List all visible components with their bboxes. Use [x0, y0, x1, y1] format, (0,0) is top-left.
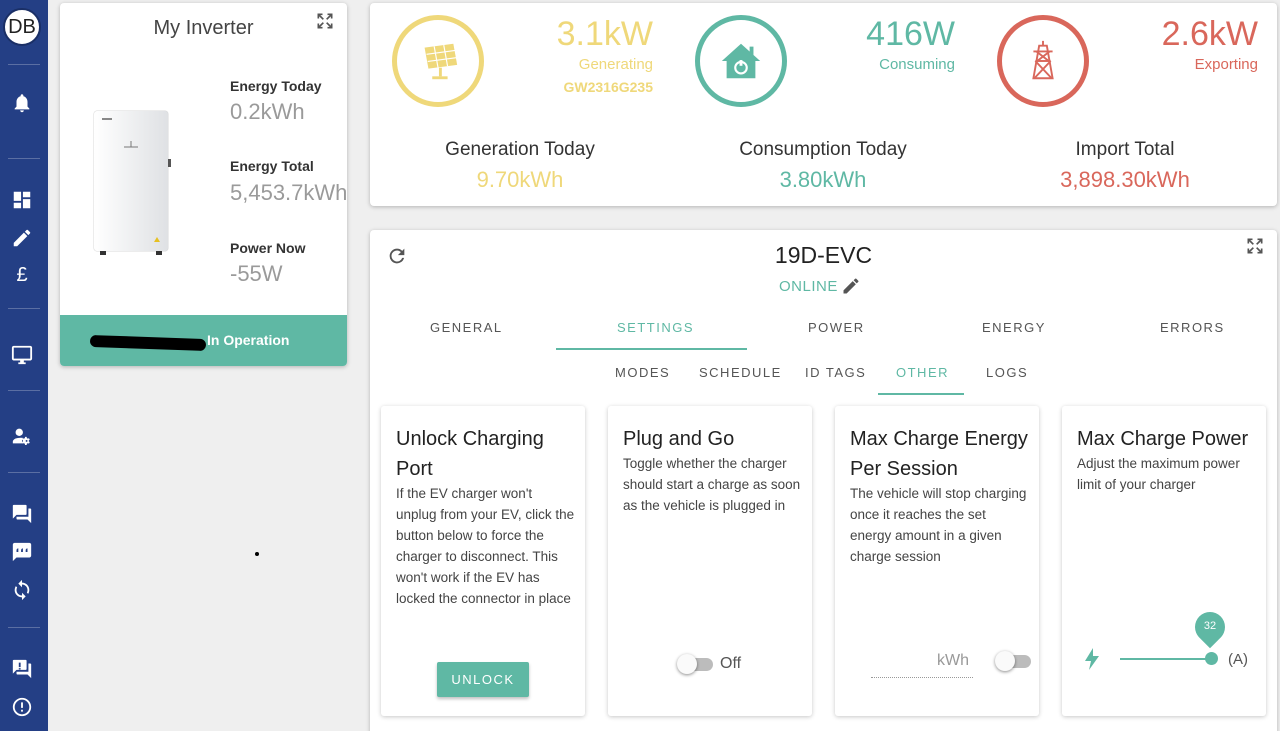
- sidebar-divider: [8, 158, 40, 159]
- pylon-icon: [997, 15, 1089, 107]
- subtab-modes[interactable]: MODES: [615, 365, 670, 380]
- inverter-id: GW2316G235: [563, 79, 654, 95]
- sidebar-divider: [8, 390, 40, 391]
- chat-icon[interactable]: [10, 502, 34, 526]
- energy-summary-card: 3.1kW Generating GW2316G235 416W Consumi…: [370, 3, 1277, 206]
- plug-and-go-setting-card: Plug and Go Toggle whether the charger s…: [608, 406, 812, 716]
- subtab-id-tags[interactable]: ID TAGS: [805, 365, 866, 380]
- inverter-card: My Inverter Energy Today 0.2kWh Energy T…: [60, 3, 347, 366]
- generation-today-value: 9.70kWh: [476, 167, 564, 192]
- setting-title: Plug and Go: [623, 428, 735, 450]
- setting-title: Max Charge Energy Per Session: [850, 428, 1028, 480]
- setting-description: Toggle whether the charger should start …: [623, 456, 801, 513]
- generating-label: Generating: [578, 56, 653, 73]
- tab-energy[interactable]: ENERGY: [982, 320, 1046, 335]
- alert-icon[interactable]: [10, 695, 34, 719]
- import-total-value: 3,898.30kWh: [1060, 167, 1190, 192]
- unlock-button[interactable]: UNLOCK: [437, 662, 529, 697]
- subtab-other[interactable]: OTHER: [896, 365, 949, 380]
- feedback-icon[interactable]: [10, 540, 34, 564]
- active-subtab-indicator: [878, 393, 964, 395]
- plug-and-go-toggle[interactable]: [677, 654, 713, 674]
- consuming-value: 416W: [866, 15, 955, 53]
- unlock-setting-card: Unlock Charging Port If the EV charger w…: [381, 406, 585, 716]
- energy-today-value: 0.2kWh: [230, 99, 305, 124]
- import-total-label: Import Total: [1075, 139, 1175, 160]
- generation-today-label: Generation Today: [445, 139, 595, 160]
- edit-icon[interactable]: [841, 276, 861, 296]
- max-energy-input[interactable]: kWh: [871, 650, 973, 678]
- consuming-label: Consuming: [879, 56, 955, 73]
- power-now-value: -55W: [230, 261, 283, 286]
- max-energy-toggle[interactable]: [995, 651, 1031, 671]
- charger-name: 19D-EVC: [774, 242, 873, 268]
- charger-card: 19D-EVC ONLINE GENERAL SETTINGS POWER EN…: [370, 230, 1277, 731]
- subtab-logs[interactable]: LOGS: [986, 365, 1028, 380]
- solar-panel-icon: [392, 15, 484, 107]
- max-energy-setting-card: Max Charge Energy Per Session The vehicl…: [835, 406, 1039, 716]
- exporting-label: Exporting: [1194, 56, 1258, 73]
- generating-value: 3.1kW: [556, 15, 653, 53]
- monitor-icon[interactable]: [10, 343, 34, 367]
- tab-power[interactable]: POWER: [808, 320, 865, 335]
- sidebar-divider: [8, 472, 40, 473]
- consumption-today-value: 3.80kWh: [779, 167, 867, 192]
- tab-settings[interactable]: SETTINGS: [617, 320, 694, 335]
- energy-today-label: Energy Today: [230, 78, 322, 94]
- pencil-icon[interactable]: [10, 226, 34, 250]
- active-tab-indicator: [556, 348, 747, 350]
- slider-value: 32: [1203, 620, 1217, 632]
- sidebar-divider: [8, 308, 40, 309]
- energy-total-value: 5,453.7kWh: [230, 180, 347, 205]
- sidebar-divider: [8, 64, 40, 65]
- exporting-value: 2.6kW: [1161, 15, 1258, 53]
- setting-description: The vehicle will stop charging once it r…: [850, 486, 1027, 564]
- expand-icon[interactable]: [315, 11, 335, 31]
- inverter-image: [92, 109, 172, 259]
- bell-icon[interactable]: [10, 91, 34, 115]
- max-power-setting-card: Max Charge Power Adjust the maximum powe…: [1062, 406, 1266, 716]
- sync-icon[interactable]: [10, 578, 34, 602]
- max-power-slider-thumb[interactable]: [1205, 652, 1218, 665]
- redaction-mark: [89, 334, 207, 352]
- setting-title: Max Charge Power: [1077, 428, 1249, 450]
- inverter-title: My Inverter: [153, 17, 254, 39]
- slider-unit: (A): [1228, 651, 1248, 668]
- pound-icon[interactable]: £: [10, 263, 34, 287]
- consumption-today-label: Consumption Today: [739, 139, 907, 160]
- setting-description: Adjust the maximum power limit of your c…: [1077, 456, 1240, 492]
- bolt-icon: [1084, 648, 1100, 670]
- inverter-status-bar: In Operation: [60, 315, 347, 366]
- stray-dot: [255, 552, 259, 556]
- charger-status: ONLINE: [779, 278, 838, 295]
- energy-total-label: Energy Total: [230, 158, 314, 174]
- max-power-slider-track[interactable]: [1120, 658, 1212, 660]
- setting-title: Unlock Charging Port: [396, 428, 544, 480]
- toggle-label: Off: [720, 655, 742, 672]
- power-now-label: Power Now: [230, 240, 306, 256]
- setting-description: If the EV charger won't unplug from your…: [396, 486, 575, 606]
- home-icon: [695, 15, 787, 107]
- inverter-status: In Operation: [207, 332, 290, 348]
- subtab-schedule[interactable]: SCHEDULE: [699, 365, 782, 380]
- tab-errors[interactable]: ERRORS: [1160, 320, 1225, 335]
- question-icon[interactable]: [10, 657, 34, 681]
- sidebar-divider: [8, 627, 40, 628]
- avatar[interactable]: DB: [3, 8, 41, 46]
- user-settings-icon[interactable]: [10, 424, 34, 448]
- tab-general[interactable]: GENERAL: [430, 320, 503, 335]
- sidebar: DB £: [0, 0, 48, 731]
- dashboard-icon[interactable]: [10, 188, 34, 212]
